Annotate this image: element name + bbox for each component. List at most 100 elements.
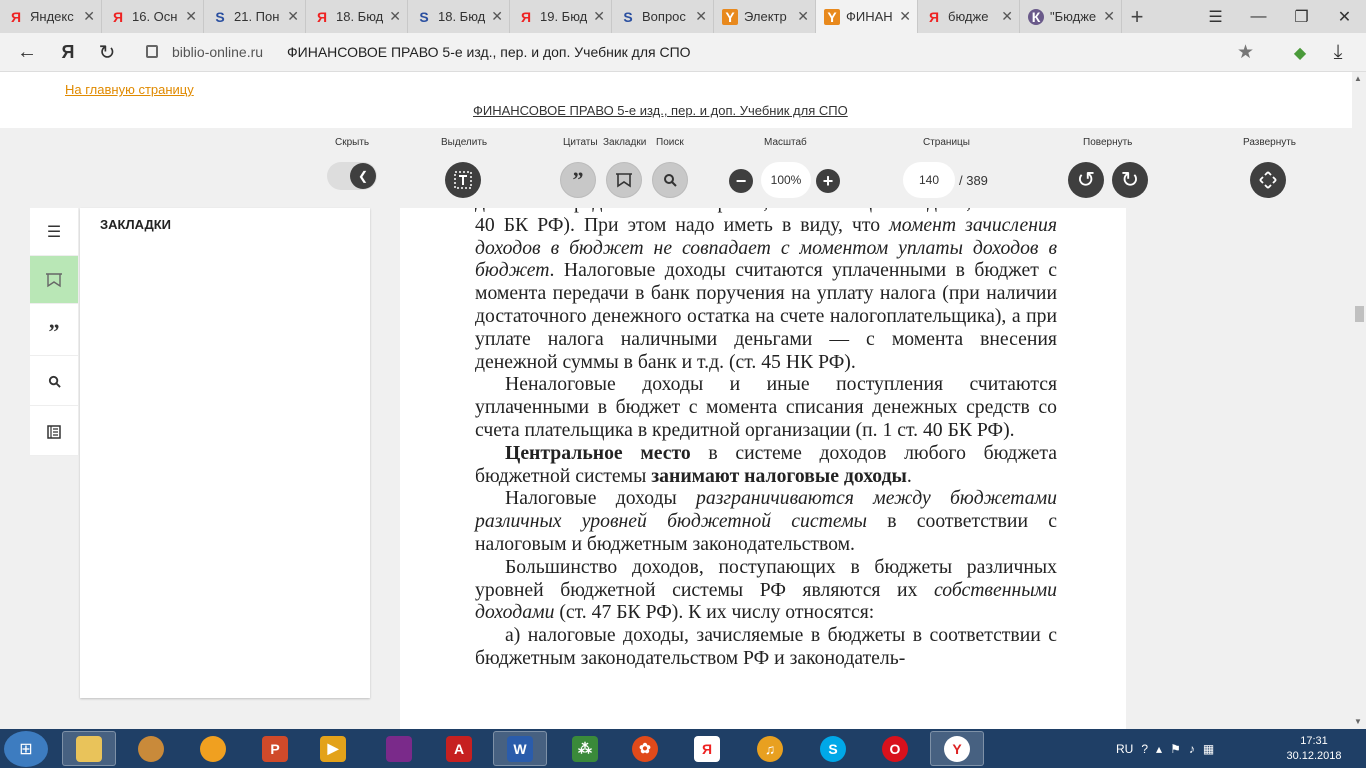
- scroll-up-icon[interactable]: ▲: [1354, 74, 1362, 83]
- zoom-in-button[interactable]: +: [816, 169, 840, 193]
- video-taskbar-button[interactable]: ▶: [306, 731, 360, 766]
- lock-icon[interactable]: [146, 45, 158, 58]
- extension-icon[interactable]: ◆: [1285, 33, 1315, 72]
- clock-app-taskbar-button[interactable]: [186, 731, 240, 766]
- url-domain[interactable]: biblio-online.ru: [172, 44, 263, 60]
- rotate-right-icon: ↻: [1120, 167, 1140, 192]
- biblio-icon: Y: [722, 8, 738, 25]
- restore-icon[interactable]: ❐: [1280, 0, 1323, 33]
- rotate-right-button[interactable]: ↻: [1112, 162, 1148, 198]
- reload-icon[interactable]: ↻: [94, 33, 120, 72]
- browser-tab[interactable]: S 21. Пон ✕: [204, 0, 306, 33]
- yandex-logo-icon[interactable]: Я: [55, 33, 81, 72]
- scroll-down-icon[interactable]: ▼: [1354, 717, 1362, 726]
- browser-tab[interactable]: Я Яндекс ✕: [0, 0, 102, 33]
- flag-icon[interactable]: ⚑: [1170, 742, 1181, 756]
- rotate-left-button[interactable]: ↺: [1068, 162, 1104, 198]
- skype-taskbar-button[interactable]: S: [806, 731, 860, 766]
- close-icon[interactable]: ✕: [185, 8, 197, 25]
- yandex-taskbar-button[interactable]: Я: [680, 731, 734, 766]
- fullscreen-button[interactable]: [1250, 162, 1286, 198]
- search-button[interactable]: [652, 162, 688, 198]
- media-taskbar-button[interactable]: [124, 731, 178, 766]
- close-icon[interactable]: ✕: [1001, 8, 1013, 25]
- browser-tab[interactable]: S 18. Бюд ✕: [408, 0, 510, 33]
- search-side-button[interactable]: [30, 358, 78, 406]
- select-text-button[interactable]: [445, 162, 481, 198]
- browser-tab[interactable]: К "Бюдже ✕: [1020, 0, 1122, 33]
- powerpoint-icon: P: [262, 735, 288, 762]
- star-icon[interactable]: ★: [1237, 41, 1254, 64]
- close-icon[interactable]: ✕: [695, 8, 707, 25]
- minimize-icon[interactable]: —: [1237, 0, 1280, 33]
- toc-button[interactable]: ☰: [30, 208, 78, 256]
- download-icon[interactable]: ⤓: [1323, 33, 1353, 72]
- explorer-taskbar-button[interactable]: [62, 731, 116, 766]
- zoom-value-field[interactable]: 100%: [761, 162, 811, 198]
- page-header: На главную страницу ФИНАНСОВОЕ ПРАВО 5-е…: [0, 72, 1352, 128]
- opera-taskbar-button[interactable]: O: [868, 731, 922, 766]
- speaker-icon[interactable]: ♪: [1189, 742, 1195, 756]
- close-icon[interactable]: ✕: [1103, 8, 1115, 25]
- page-number-input[interactable]: 140: [903, 162, 955, 198]
- browser-tab[interactable]: Я 19. Бюд ✕: [510, 0, 612, 33]
- browser-tab-strip: Я Яндекс ✕ Я 16. Осн ✕ S 21. Пон ✕ Я 18. Бюд ✕ S…: [0, 0, 1366, 33]
- music-taskbar-button[interactable]: ♫: [743, 731, 797, 766]
- new-tab-button[interactable]: +: [1122, 0, 1152, 33]
- word-taskbar-button[interactable]: W: [493, 731, 547, 766]
- tab-title: бюдже: [948, 9, 989, 24]
- pdf-taskbar-button[interactable]: A: [432, 731, 486, 766]
- minus-icon: −: [735, 170, 747, 191]
- browser-tab[interactable]: Ябюдже ✕: [918, 0, 1020, 33]
- yandex-icon: Я: [928, 8, 940, 25]
- pages-label: Страницы: [923, 137, 970, 148]
- quotes-side-button[interactable]: ”: [30, 308, 78, 356]
- close-icon[interactable]: ✕: [287, 8, 299, 25]
- winrar-taskbar-button[interactable]: [372, 731, 426, 766]
- rotate-label: Повернуть: [1083, 137, 1133, 148]
- tab-title: Яндекс: [30, 9, 74, 24]
- url-page-title[interactable]: ФИНАНСОВОЕ ПРАВО 5-е изд., пер. и доп. У…: [287, 44, 691, 60]
- close-icon[interactable]: ✕: [491, 8, 503, 25]
- start-button[interactable]: ⊞: [4, 731, 48, 767]
- close-icon[interactable]: ✕: [797, 8, 809, 25]
- page-scrollbar[interactable]: ▲ ▼: [1352, 72, 1366, 729]
- book-info-side-button[interactable]: [30, 408, 78, 456]
- close-icon[interactable]: ✕: [389, 8, 401, 25]
- paragraph: Неналоговые доходы и иные поступления сч…: [475, 373, 1057, 441]
- back-icon[interactable]: ←: [12, 33, 42, 72]
- yandex-browser-taskbar-button[interactable]: Y: [930, 731, 984, 766]
- powerpoint-taskbar-button[interactable]: P: [248, 731, 302, 766]
- close-icon[interactable]: ✕: [899, 8, 911, 25]
- bookmarks-button[interactable]: [606, 162, 642, 198]
- bookmarks-side-button[interactable]: [30, 256, 78, 304]
- yandex-browser-icon: Y: [944, 735, 970, 762]
- browser-tab[interactable]: Я 18. Бюд ✕: [306, 0, 408, 33]
- menu-icon[interactable]: ☰: [1194, 0, 1237, 33]
- up-arrow-icon[interactable]: ▴: [1156, 742, 1162, 756]
- select-label: Выделить: [441, 137, 488, 148]
- book-title-link[interactable]: ФИНАНСОВОЕ ПРАВО 5-е изд., пер. и доп. У…: [473, 103, 848, 118]
- browser-tab[interactable]: S Вопрос ✕: [612, 0, 714, 33]
- language-indicator[interactable]: RU: [1116, 742, 1133, 756]
- zoom-out-button[interactable]: −: [729, 169, 753, 193]
- browser-tab[interactable]: Y Электр ✕: [714, 0, 816, 33]
- tab-title: 18. Бюд: [336, 9, 384, 24]
- hide-panel-toggle[interactable]: ❮: [327, 162, 377, 190]
- close-window-icon[interactable]: ✕: [1323, 0, 1366, 33]
- scroll-thumb[interactable]: [1355, 306, 1364, 322]
- browser-tab-active[interactable]: Y ФИНАН ✕: [816, 0, 918, 33]
- quotes-button[interactable]: ”: [560, 162, 596, 198]
- clock-time: 17:31: [1300, 735, 1328, 747]
- network-icon[interactable]: ▦: [1203, 742, 1214, 756]
- page-text[interactable]: денежных средств на счете органа, исполн…: [475, 208, 1057, 670]
- browser-tab[interactable]: Я 16. Осн ✕: [102, 0, 204, 33]
- help-icon[interactable]: ?: [1141, 742, 1148, 756]
- taskbar-clock[interactable]: 17:31 30.12.2018: [1282, 734, 1346, 764]
- close-icon[interactable]: ✕: [593, 8, 605, 25]
- player-taskbar-button[interactable]: ✿: [618, 731, 672, 766]
- tab-title: 21. Пон: [234, 9, 280, 24]
- home-link[interactable]: На главную страницу: [65, 82, 194, 97]
- apps-taskbar-button[interactable]: ⁂: [558, 731, 612, 766]
- close-icon[interactable]: ✕: [83, 8, 95, 25]
